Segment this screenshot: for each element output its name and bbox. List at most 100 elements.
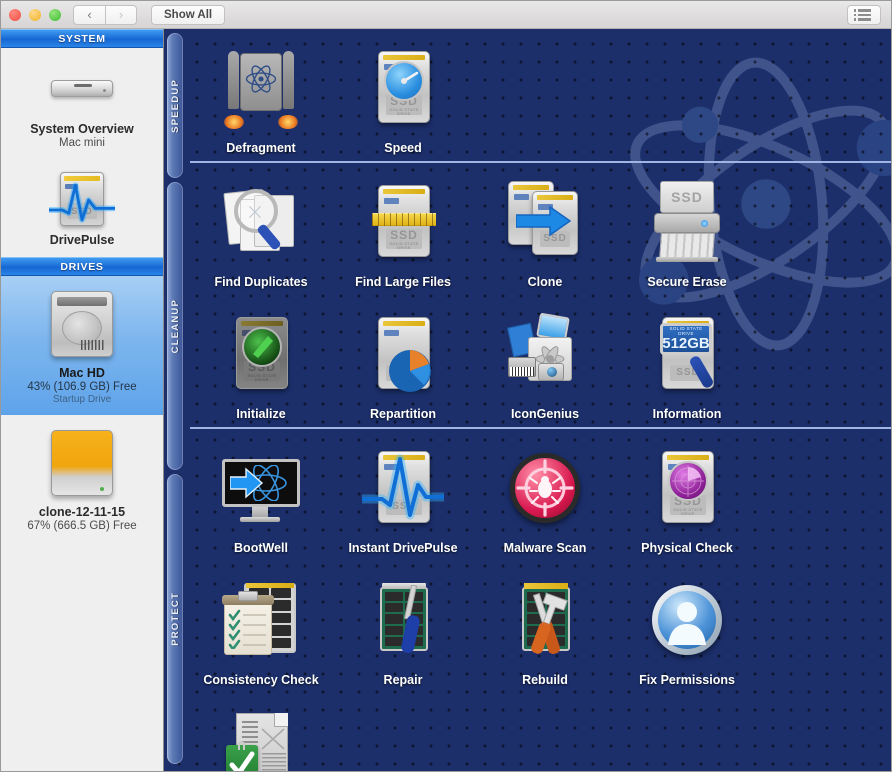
tool-label: Initialize xyxy=(190,407,332,421)
app-window: ‹ › Show All SYSTEM System Overview Mac … xyxy=(0,0,892,772)
information-icon: SSD SOLID STATE DRIVE 512GB xyxy=(616,303,758,405)
physical-check-icon: SSDSOLID STATE DRIVE xyxy=(616,437,758,539)
tool-sections: Defragment SSDSOLID STATE DRIVE xyxy=(164,29,891,772)
find-duplicates-icon xyxy=(190,171,332,273)
sidebar-item-subtitle: 43% (106.9 GB) Free xyxy=(7,381,157,393)
window-titlebar: ‹ › Show All xyxy=(1,1,891,29)
tool-label: Physical Check xyxy=(616,541,758,555)
minimize-button[interactable] xyxy=(29,9,41,21)
tool-malware-scan[interactable]: Malware Scan xyxy=(474,429,616,561)
bootwell-icon xyxy=(190,437,332,539)
zoom-button[interactable] xyxy=(49,9,61,21)
sidebar-header-drives: DRIVES xyxy=(1,257,163,276)
sidebar-item-label: Mac HD xyxy=(7,366,157,380)
tool-instant-drivepulse[interactable]: SSD Instant DrivePulse xyxy=(332,429,474,561)
tool-repair[interactable]: Repair xyxy=(332,561,474,693)
tool-label: Rebuild xyxy=(474,673,616,687)
tool-fix-permissions[interactable]: Fix Permissions xyxy=(616,561,758,693)
tool-label: IconGenius xyxy=(474,407,616,421)
rail-label: SPEEDUP xyxy=(170,79,181,133)
tool-label: Information xyxy=(616,407,758,421)
tool-label: Clone xyxy=(474,275,616,289)
tool-bootwell[interactable]: BootWell xyxy=(190,429,332,561)
hard-drive-icon xyxy=(7,288,157,360)
tool-repartition[interactable]: SSD Repartition xyxy=(332,295,474,427)
back-button[interactable]: ‹ xyxy=(73,5,105,25)
tool-icongenius[interactable]: IconGenius xyxy=(474,295,616,427)
tool-label: Fix Permissions xyxy=(616,673,758,687)
sidebar-item-drivepulse[interactable]: SSD DrivePulse xyxy=(1,159,163,257)
forward-button[interactable]: › xyxy=(105,5,137,25)
rail-label: CLEANUP xyxy=(170,299,181,353)
tool-label: Find Duplicates xyxy=(190,275,332,289)
rail-cleanup: CLEANUP xyxy=(167,182,183,470)
information-capacity: 512GB xyxy=(662,336,710,351)
section-cleanup: Find Duplicates SSDSOLID STATE DRIVE xyxy=(190,161,891,427)
tool-label: Repartition xyxy=(332,407,474,421)
tool-label: Speed xyxy=(332,141,474,155)
sidebar-item-label: System Overview xyxy=(7,122,157,136)
sidebar-item-subtitle: 67% (666.5 GB) Free xyxy=(7,520,157,532)
tool-information[interactable]: SSD SOLID STATE DRIVE 512GB Informatio xyxy=(616,295,758,427)
tool-label: Find Large Files xyxy=(332,275,474,289)
rail-protect: PROTECT xyxy=(167,474,183,764)
defragment-icon xyxy=(190,37,332,139)
hard-drive-orange-icon xyxy=(7,427,157,499)
tool-clone[interactable]: SSD Clone xyxy=(474,163,616,295)
tool-label: Consistency Check xyxy=(190,673,332,687)
speed-icon: SSDSOLID STATE DRIVE xyxy=(332,37,474,139)
tool-grid: BootWell SSD xyxy=(190,429,891,772)
tool-rebuild[interactable]: Rebuild xyxy=(474,561,616,693)
sidebar-item-clone-drive[interactable]: clone-12-11-15 67% (666.5 GB) Free xyxy=(1,415,163,542)
icongenius-icon xyxy=(474,303,616,405)
initialize-icon: SSDSOLID STATE DRIVE xyxy=(190,303,332,405)
tool-active-files[interactable]: Active Files xyxy=(190,693,332,772)
tool-find-large-files[interactable]: SSDSOLID STATE DRIVE Find Large Files xyxy=(332,163,474,295)
sidebar-item-mac-hd[interactable]: Mac HD 43% (106.9 GB) Free Startup Drive xyxy=(1,276,163,415)
drivepulse-icon: SSD xyxy=(7,171,157,227)
sidebar-item-subtitle: Mac mini xyxy=(7,137,157,149)
consistency-check-icon xyxy=(190,569,332,671)
clone-icon: SSD xyxy=(474,171,616,273)
rail-label: PROTECT xyxy=(170,592,181,646)
tool-find-duplicates[interactable]: Find Duplicates xyxy=(190,163,332,295)
section-speedup: Defragment SSDSOLID STATE DRIVE xyxy=(190,29,891,161)
sidebar-item-note: Startup Drive xyxy=(7,394,157,405)
tool-label: Malware Scan xyxy=(474,541,616,555)
sidebar-item-label: DrivePulse xyxy=(7,233,157,247)
sidebar: SYSTEM System Overview Mac mini SSD xyxy=(1,29,164,772)
tool-consistency-check[interactable]: Consistency Check xyxy=(190,561,332,693)
show-all-button[interactable]: Show All xyxy=(151,5,225,25)
repartition-icon: SSD xyxy=(332,303,474,405)
list-view-icon xyxy=(858,9,871,21)
repair-icon xyxy=(332,569,474,671)
tool-physical-check[interactable]: SSDSOLID STATE DRIVE xyxy=(616,429,758,561)
close-button[interactable] xyxy=(9,9,21,21)
tool-speed[interactable]: SSDSOLID STATE DRIVE Speed xyxy=(332,29,474,161)
rebuild-icon xyxy=(474,569,616,671)
instant-drivepulse-icon: SSD xyxy=(332,437,474,539)
active-files-icon xyxy=(190,701,332,772)
sidebar-item-system-overview[interactable]: System Overview Mac mini xyxy=(1,48,163,159)
main-panel: SPEEDUP CLEANUP PROTECT xyxy=(164,29,891,772)
traffic-lights xyxy=(9,9,61,21)
navigation-buttons: ‹ › xyxy=(73,5,137,25)
mac-mini-icon xyxy=(7,60,157,116)
rail-speedup: SPEEDUP xyxy=(167,33,183,178)
tool-label: Instant DrivePulse xyxy=(332,541,474,555)
tool-grid: Find Duplicates SSDSOLID STATE DRIVE xyxy=(190,163,891,427)
malware-scan-icon xyxy=(474,437,616,539)
tool-grid: Defragment SSDSOLID STATE DRIVE xyxy=(190,29,891,161)
tool-defragment[interactable]: Defragment xyxy=(190,29,332,161)
tool-label: Repair xyxy=(332,673,474,687)
category-rail: SPEEDUP CLEANUP PROTECT xyxy=(164,29,190,772)
tool-initialize[interactable]: SSDSOLID STATE DRIVE Initialize xyxy=(190,295,332,427)
sidebar-header-system: SYSTEM xyxy=(1,29,163,48)
find-large-files-icon: SSDSOLID STATE DRIVE xyxy=(332,171,474,273)
list-view-button[interactable] xyxy=(847,5,881,25)
tool-secure-erase[interactable]: SSD Secure Erase xyxy=(616,163,758,295)
fix-permissions-icon xyxy=(616,569,758,671)
sidebar-item-label: clone-12-11-15 xyxy=(7,505,157,519)
secure-erase-icon: SSD xyxy=(616,171,758,273)
app-body: SYSTEM System Overview Mac mini SSD xyxy=(1,29,891,772)
